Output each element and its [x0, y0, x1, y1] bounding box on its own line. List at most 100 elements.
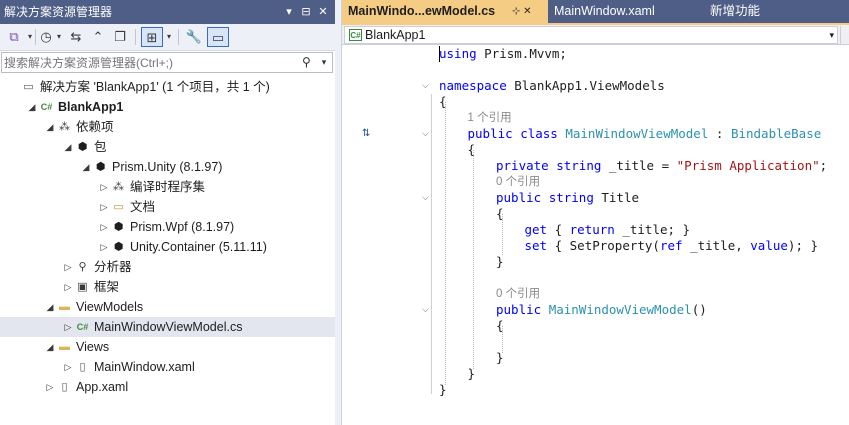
code-line[interactable]: }: [342, 350, 849, 366]
tree-item-label: 文档: [130, 200, 156, 214]
code-line[interactable]: }: [342, 382, 849, 398]
code-line[interactable]: [342, 62, 849, 78]
packages-node[interactable]: ◢ ⬢ 包: [0, 137, 335, 157]
class-hierarchy-icon[interactable]: ⇅: [362, 126, 370, 142]
pending-changes-dropdown-icon[interactable]: ▾: [55, 27, 63, 47]
app-xaml-file-node[interactable]: ▷ ▯ App.xaml: [0, 377, 335, 397]
tab-whats-new[interactable]: 新增功能: [704, 0, 849, 23]
switch-views-dropdown-icon[interactable]: ▾: [26, 27, 34, 47]
switch-views-icon[interactable]: ⧉: [4, 27, 24, 47]
tab-label: MainWindo...ewModel.cs: [348, 4, 496, 18]
collapsed-arrow-icon[interactable]: ▷: [44, 377, 56, 397]
code-line[interactable]: using Prism.Mvvm;: [342, 46, 849, 62]
mainwindowviewmodel-file-node[interactable]: ▷ C# MainWindowViewModel.cs: [0, 317, 335, 337]
expanded-arrow-icon[interactable]: ◢: [26, 97, 38, 117]
show-all-files-icon[interactable]: ⊞: [141, 27, 163, 47]
project-node[interactable]: ◢ C# BlankApp1: [0, 97, 335, 117]
fold-toggle-icon[interactable]: ⌵: [422, 190, 429, 206]
expanded-arrow-icon[interactable]: ◢: [80, 157, 92, 177]
tree-item-label: MainWindow.xaml: [94, 360, 195, 374]
collapsed-arrow-icon[interactable]: ▷: [98, 197, 110, 217]
collapse-all-icon[interactable]: ⌃: [89, 27, 107, 47]
frameworks-node[interactable]: ▷ ▣ 框架: [0, 277, 335, 297]
code-line[interactable]: ⌵ namespace BlankApp1.ViewModels: [342, 78, 849, 94]
tab-mainwindowviewmodel[interactable]: MainWindo...ewModel.cs ⊹ ✕: [342, 0, 548, 23]
views-folder-node[interactable]: ◢ ▬ Views: [0, 337, 335, 357]
pending-changes-filter-icon[interactable]: ◷: [37, 27, 55, 47]
collapsed-arrow-icon[interactable]: ▷: [62, 257, 74, 277]
code-line[interactable]: {: [342, 318, 849, 334]
code-line[interactable]: [342, 270, 849, 286]
close-icon[interactable]: ✕: [316, 0, 330, 24]
search-icon[interactable]: ⚲: [302, 54, 316, 71]
analyzer-icon: ⚲: [78, 261, 87, 273]
code-editor[interactable]: using Prism.Mvvm; ⌵ namespace BlankApp1.Vi…: [342, 46, 849, 425]
solution-node[interactable]: ▭ 解决方案 'BlankApp1' (1 个项目，共 1 个): [0, 77, 335, 97]
code-line[interactable]: {: [342, 142, 849, 158]
fold-toggle-icon[interactable]: ⌵: [422, 126, 429, 142]
collapsed-arrow-icon[interactable]: ▷: [62, 317, 74, 337]
fold-toggle-icon[interactable]: ⌵: [422, 302, 429, 318]
prism-wpf-package-node[interactable]: ▷ ⬢ Prism.Wpf (8.1.97): [0, 217, 335, 237]
tree-item-label: 解决方案 'BlankApp1' (1 个项目，共 1 个): [40, 80, 270, 94]
project-selector[interactable]: C# BlankApp1 ▾: [344, 26, 838, 44]
collapsed-arrow-icon[interactable]: ▷: [98, 217, 110, 237]
collapsed-arrow-icon[interactable]: ▷: [98, 177, 110, 197]
search-options-dropdown-icon[interactable]: ▾: [318, 54, 330, 71]
code-line[interactable]: {: [342, 94, 849, 110]
tree-item-label: Prism.Unity (8.1.97): [112, 160, 223, 174]
code-line[interactable]: 1 个引用: [342, 110, 849, 126]
code-line[interactable]: 0 个引用: [342, 174, 849, 190]
framework-icon: ▣: [77, 281, 88, 293]
sync-with-document-icon[interactable]: ⇆: [67, 27, 85, 47]
tab-pin-close-icon[interactable]: ⊹ ✕: [512, 0, 532, 23]
panel-splitter[interactable]: [335, 0, 342, 425]
code-line[interactable]: ⌵ ⇅ public class MainWindowViewModel : Bin…: [342, 126, 849, 142]
code-line[interactable]: get { return _title; }: [342, 222, 849, 238]
csharp-project-icon: C#: [40, 102, 53, 112]
document-folder-icon: ▭: [113, 201, 124, 213]
code-line[interactable]: set { SetProperty(ref _title, value); }: [342, 238, 849, 254]
copy-icon[interactable]: ❐: [111, 27, 129, 47]
tab-mainwindow-xaml[interactable]: MainWindow.xaml: [548, 0, 704, 23]
code-line[interactable]: ⌵ public string Title: [342, 190, 849, 206]
keyword: private: [496, 158, 549, 173]
unity-container-package-node[interactable]: ▷ ⬢ Unity.Container (5.11.11): [0, 237, 335, 257]
solution-explorer-search[interactable]: ⚲ ▾: [1, 52, 333, 73]
expanded-arrow-icon[interactable]: ◢: [44, 117, 56, 137]
code-line[interactable]: }: [342, 366, 849, 382]
analyzers-node[interactable]: ▷ ⚲ 分析器: [0, 257, 335, 277]
type-selector[interactable]: [840, 26, 849, 44]
collapsed-arrow-icon[interactable]: ▷: [98, 237, 110, 257]
show-all-files-dropdown-icon[interactable]: ▾: [165, 27, 173, 47]
preview-selected-items-icon[interactable]: ▭: [207, 27, 229, 47]
codelens-reference-count[interactable]: 1 个引用: [468, 110, 512, 126]
prism-unity-package-node[interactable]: ◢ ⬢ Prism.Unity (8.1.97): [0, 157, 335, 177]
collapsed-arrow-icon[interactable]: ▷: [62, 277, 74, 297]
compile-time-assemblies-node[interactable]: ▷ ⁂ 编译时程序集: [0, 177, 335, 197]
code-line[interactable]: }: [342, 254, 849, 270]
code-line[interactable]: {: [342, 206, 849, 222]
keyword: public: [496, 190, 542, 205]
documents-node[interactable]: ▷ ▭ 文档: [0, 197, 335, 217]
properties-wrench-icon[interactable]: 🔧: [185, 27, 203, 47]
code-line[interactable]: 0 个引用: [342, 286, 849, 302]
codelens-reference-count[interactable]: 0 个引用: [496, 286, 540, 302]
search-input[interactable]: [4, 54, 302, 71]
expanded-arrow-icon[interactable]: ◢: [62, 137, 74, 157]
pin-icon[interactable]: ⊟: [299, 0, 313, 24]
viewmodels-folder-node[interactable]: ◢ ▬ ViewModels: [0, 297, 335, 317]
window-position-dropdown-icon[interactable]: ▾: [282, 0, 296, 24]
code-line[interactable]: [342, 334, 849, 350]
collapsed-arrow-icon[interactable]: ▷: [62, 357, 74, 377]
fold-toggle-icon[interactable]: ⌵: [422, 78, 429, 94]
chevron-down-icon[interactable]: ▾: [829, 27, 834, 43]
mainwindow-xaml-file-node[interactable]: ▷ ▯ MainWindow.xaml: [0, 357, 335, 377]
codelens-reference-count[interactable]: 0 个引用: [496, 174, 540, 190]
expanded-arrow-icon[interactable]: ◢: [44, 297, 56, 317]
dependencies-node[interactable]: ◢ ⁂ 依赖项: [0, 117, 335, 137]
expanded-arrow-icon[interactable]: ◢: [44, 337, 56, 357]
code-line[interactable]: private string _title = "Prism Applicati…: [342, 158, 849, 174]
code-line[interactable]: ⌵ public MainWindowViewModel(): [342, 302, 849, 318]
tree-item-label: Prism.Wpf (8.1.97): [130, 220, 235, 234]
